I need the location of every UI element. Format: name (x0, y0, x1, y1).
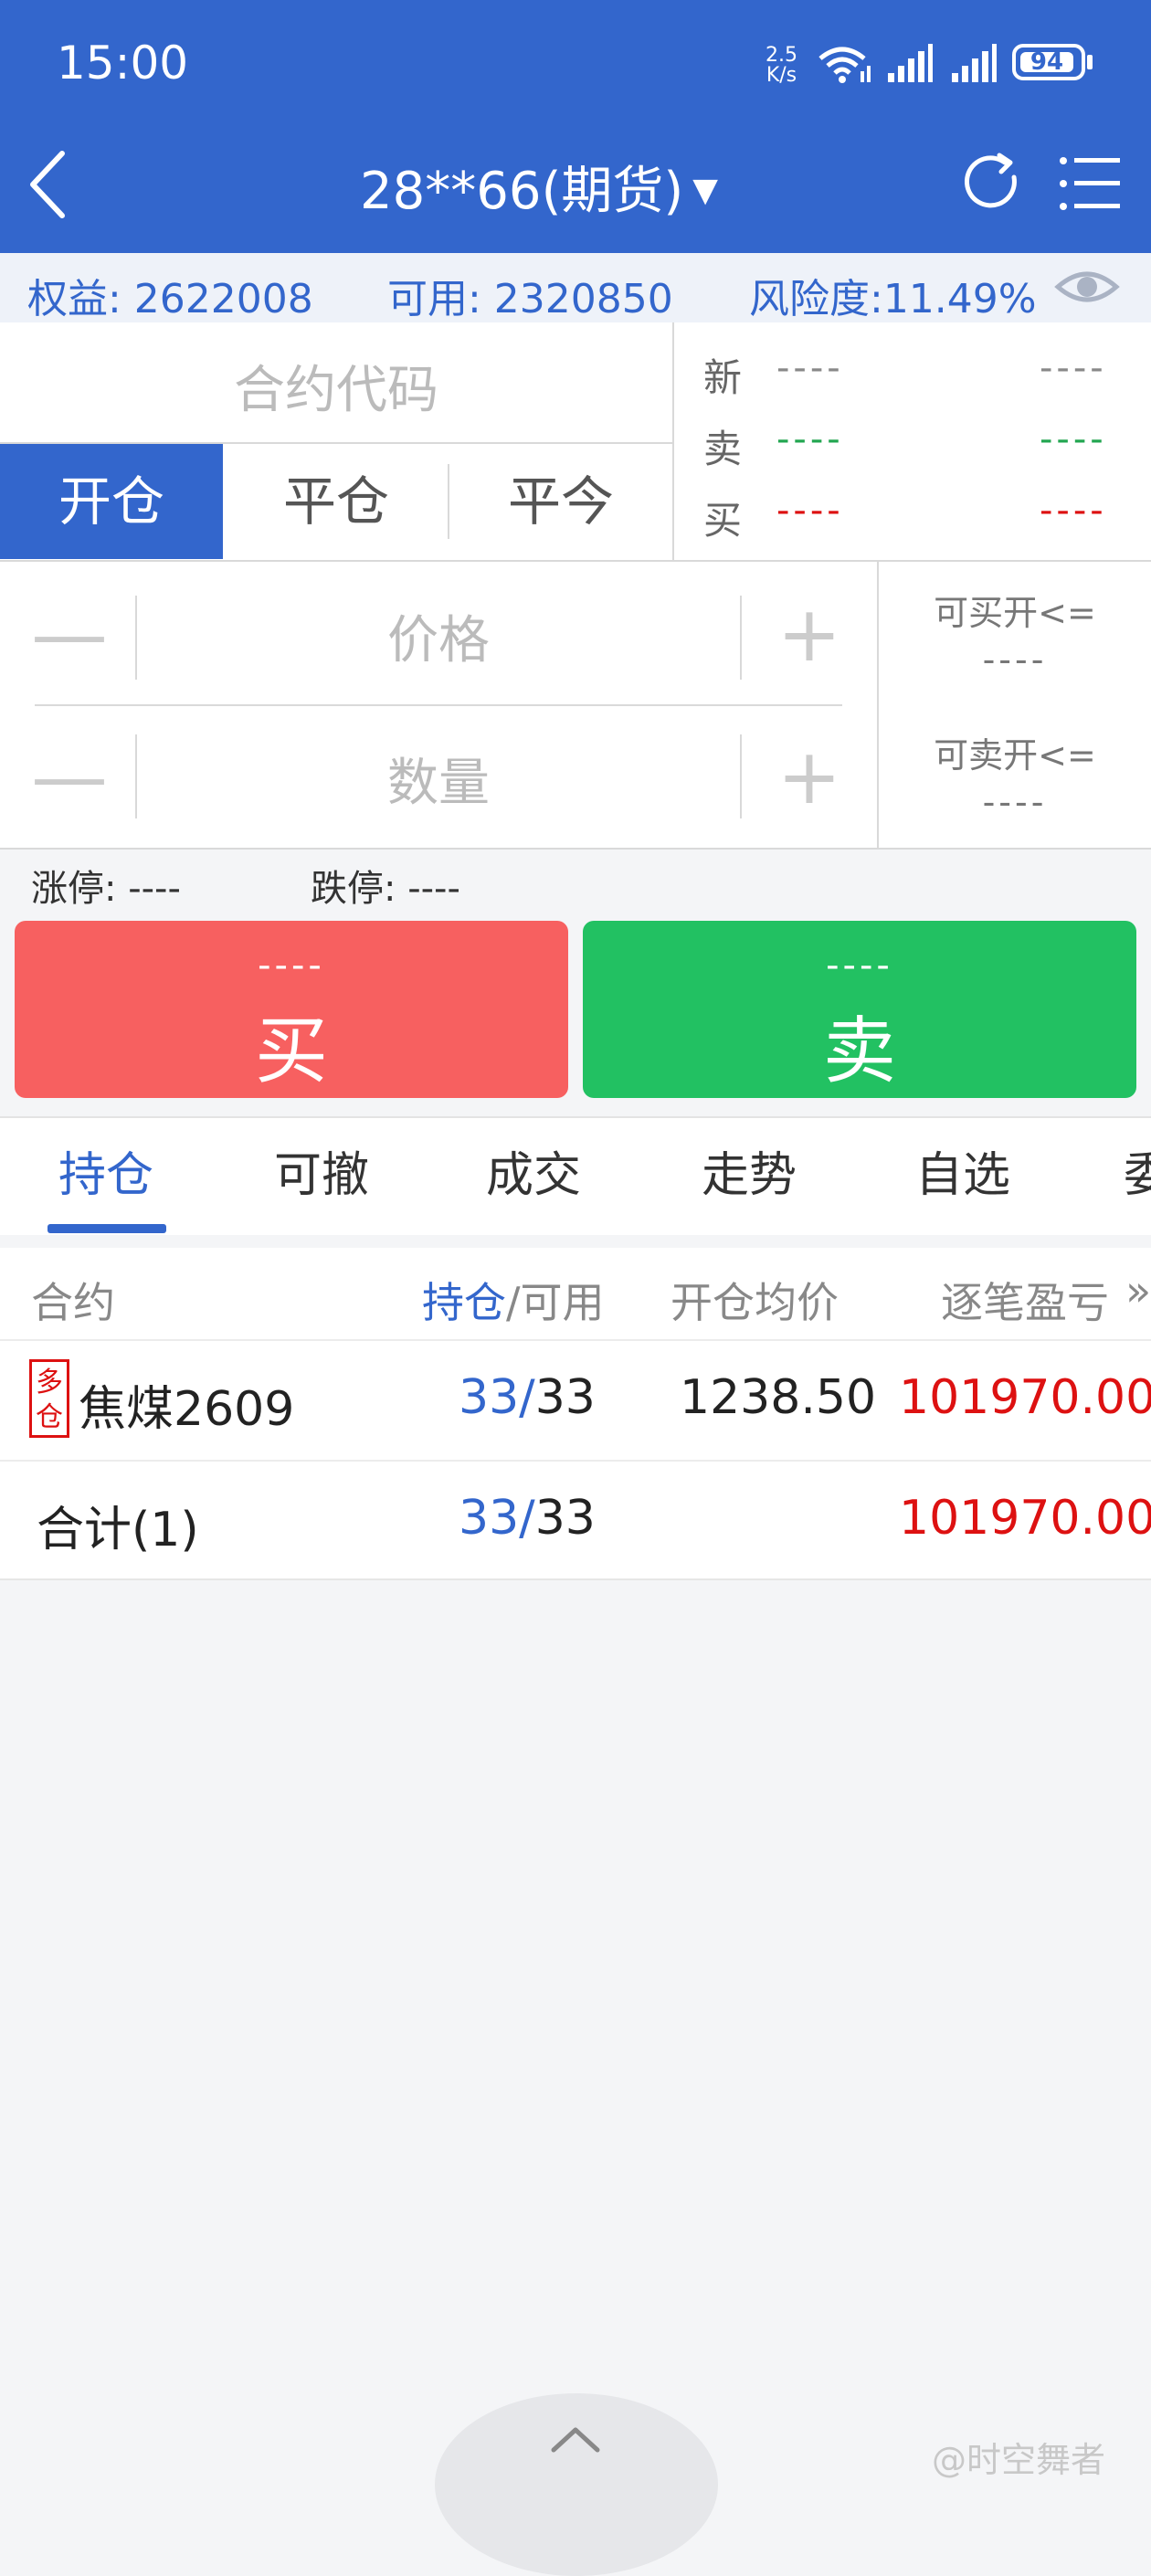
cell-signal-2-icon (952, 44, 997, 82)
sell-price: ---- (826, 945, 893, 987)
battery-icon: 94 (1012, 44, 1085, 80)
total-position: 33/33 (459, 1491, 596, 1546)
account-title[interactable]: 28**66(期货) ▼ (347, 150, 731, 224)
quote-last-change: ---- (1040, 347, 1107, 389)
tab-watchlist[interactable]: 自选 (915, 1136, 1010, 1205)
contract-code-input[interactable]: 合约代码 (0, 349, 672, 423)
chevron-up-icon[interactable] (546, 2421, 605, 2457)
can-buy-open-label: 可买开<= (934, 593, 1096, 633)
tab-orders[interactable]: 委 (1124, 1136, 1151, 1205)
quote-ask-label: 卖 (703, 427, 743, 471)
divider (672, 322, 674, 562)
network-speed: 2.5 K/s (766, 46, 797, 86)
price-minus-button[interactable]: — (22, 596, 117, 672)
quote-last-price: ---- (776, 347, 844, 389)
eye-icon[interactable] (1054, 259, 1120, 314)
buy-button[interactable]: ---- 买 (15, 921, 568, 1098)
tab-trend[interactable]: 走势 (702, 1136, 797, 1205)
row-position-available: 33 (534, 1370, 596, 1425)
available-funds: 可用: 2320850 (387, 276, 673, 322)
tab-cancellable[interactable]: 可撤 (274, 1136, 369, 1205)
col-pnl[interactable]: 逐笔盈亏 (941, 1270, 1109, 1330)
badge-top-char: 多 (36, 1367, 63, 1399)
sell-label: 卖 (823, 1008, 896, 1093)
quote-ask-volume: ---- (1040, 418, 1107, 460)
total-label: 合计(1) (37, 1503, 199, 1557)
divider (740, 596, 742, 680)
dropdown-caret-icon: ▼ (692, 172, 718, 209)
table-total-row: 合计(1) 33/33 101970.00 (0, 1462, 1151, 1578)
col-available-label: /可用 (506, 1278, 605, 1327)
price-input[interactable]: 价格 (137, 599, 740, 673)
quantity-input[interactable]: 数量 (137, 742, 740, 816)
col-contract: 合约 (31, 1278, 115, 1327)
risk-ratio: 风险度:11.49% (749, 276, 1037, 322)
battery-level: 94 (1020, 50, 1073, 74)
back-icon[interactable] (22, 146, 77, 223)
divider (0, 848, 1151, 850)
quote-bid-price: ---- (776, 490, 844, 532)
active-tab-indicator (48, 1224, 166, 1233)
quote-bid-volume: ---- (1040, 490, 1107, 532)
col-position-label: 持仓 (422, 1278, 506, 1327)
wifi-icon (818, 47, 871, 83)
can-sell-open-value: ---- (982, 782, 1048, 822)
row-avg-price: 1238.50 (680, 1370, 877, 1425)
tab-positions[interactable]: 持仓 (58, 1136, 153, 1205)
divider (35, 704, 842, 706)
tab-close-today[interactable]: 平今 (449, 444, 672, 559)
total-position-held: 33/ (459, 1491, 535, 1546)
quote-ask-price: ---- (776, 418, 844, 460)
tab-trades[interactable]: 成交 (486, 1136, 581, 1205)
badge-bottom-char: 仓 (36, 1401, 63, 1433)
tab-close-position[interactable]: 平仓 (225, 444, 448, 559)
total-position-available: 33 (534, 1491, 596, 1546)
quote-bid-label: 买 (703, 498, 743, 543)
col-avg-price: 开仓均价 (671, 1278, 839, 1327)
more-columns-icon[interactable]: » (1125, 1266, 1151, 1315)
divider (0, 560, 1151, 562)
tab-open-position[interactable]: 开仓 (0, 444, 223, 559)
quote-last-label: 新 (703, 355, 743, 400)
divider (740, 734, 742, 818)
menu-icon[interactable] (1058, 153, 1124, 214)
refresh-icon[interactable] (961, 152, 1025, 216)
battery-tip (1087, 55, 1093, 69)
cell-signal-icon (888, 44, 933, 82)
account-summary: 权益: 2622008 可用: 2320850 风险度:11.49% (0, 253, 1151, 322)
account-title-text: 28**66(期货) (360, 162, 684, 221)
table-row[interactable]: 焦煤2609 33/33 1238.50 101970.00 (0, 1341, 1151, 1460)
network-speed-value: 2.5 (766, 44, 797, 67)
status-time: 15:00 (57, 37, 189, 90)
network-speed-unit: K/s (766, 64, 797, 87)
row-pnl: 101970.00 (899, 1370, 1151, 1425)
col-position: 持仓/可用 (422, 1270, 605, 1330)
table-header: 合约 持仓/可用 开仓均价 逐笔盈亏 » (0, 1248, 1151, 1339)
limit-down: 跌停: ---- (311, 868, 460, 910)
qty-minus-button[interactable]: — (22, 738, 117, 815)
buy-label: 买 (255, 1008, 328, 1093)
limit-up: 涨停: ---- (31, 868, 181, 910)
price-plus-button[interactable]: + (762, 596, 857, 672)
equity: 权益: 2622008 (27, 276, 313, 322)
sell-button[interactable]: ---- 卖 (583, 921, 1136, 1098)
row-position: 33/33 (459, 1370, 596, 1425)
can-sell-open-label: 可卖开<= (934, 735, 1096, 776)
divider (0, 1116, 1151, 1118)
watermark: @时空舞者 (932, 2440, 1106, 2480)
divider (0, 1578, 1151, 1580)
total-pnl: 101970.00 (899, 1491, 1151, 1546)
row-contract-name: 焦煤2609 (79, 1382, 295, 1437)
long-position-badge: 多 仓 (29, 1359, 69, 1438)
row-position-held: 33/ (459, 1370, 535, 1425)
can-buy-open-value: ---- (982, 639, 1048, 680)
qty-plus-button[interactable]: + (762, 738, 857, 815)
buy-price: ---- (258, 945, 325, 987)
